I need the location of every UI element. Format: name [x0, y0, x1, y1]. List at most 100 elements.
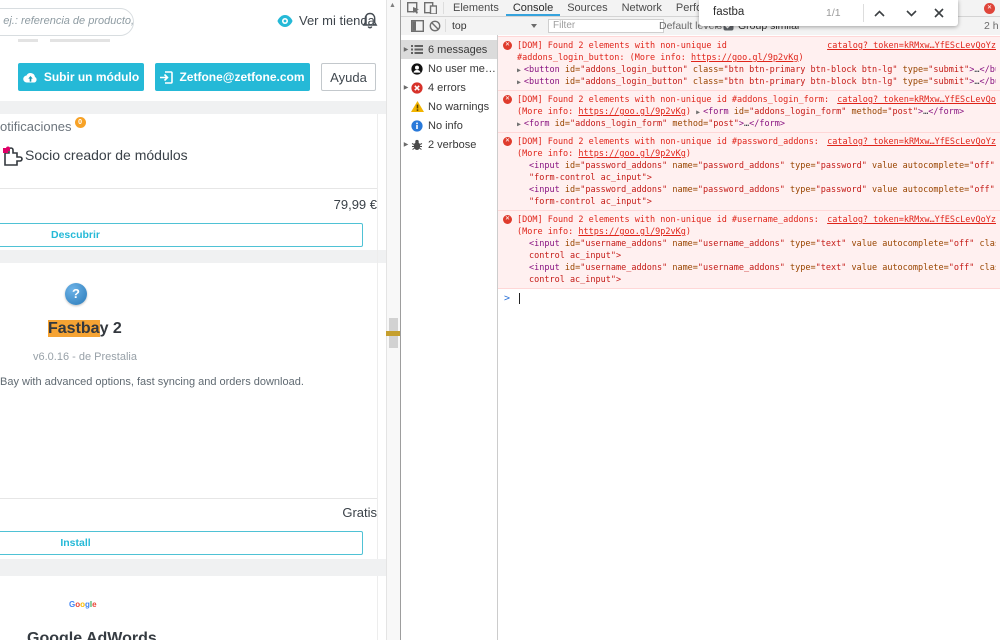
message-text: (More info:: [517, 149, 578, 159]
console-line: <input id="password_addons" name="passwo…: [517, 184, 996, 196]
divider: [0, 498, 377, 499]
user-icon: [411, 63, 424, 75]
tab-console[interactable]: Console: [506, 0, 560, 16]
search-query-input[interactable]: fastba: [713, 6, 744, 18]
divider: [443, 2, 444, 14]
console-sidebar-item-6-messages[interactable]: ▶6 messages: [401, 40, 497, 59]
view-my-shop-link[interactable]: Ver mi tienda: [277, 13, 375, 28]
product-search-input[interactable]: o. ej.: referencia de producto, n: [0, 8, 134, 36]
console-error-message: ✕[DOM] Found 2 elements with non-unique …: [498, 90, 1000, 132]
console-line: [DOM] Found 2 elements with non-unique i…: [517, 40, 996, 52]
devtools-search-bar: fastba 1/1: [699, 0, 958, 26]
text-caret: [519, 293, 520, 304]
search-match-count: 1/1: [826, 7, 841, 19]
sidebar-item-label: 2 verbose: [428, 139, 476, 151]
notifications-bell-icon[interactable]: [362, 12, 378, 30]
install-button[interactable]: Install: [0, 531, 363, 555]
hidden-messages-note: 2 h: [984, 20, 999, 32]
console-sidebar-toggle-icon[interactable]: [411, 20, 424, 32]
tab-network[interactable]: Network: [615, 0, 669, 16]
console-filter-input[interactable]: Filter: [548, 19, 664, 33]
divider: [0, 188, 377, 189]
help-button[interactable]: Ayuda: [321, 63, 376, 91]
discover-button[interactable]: Descubrir: [0, 223, 363, 247]
divider: [863, 4, 864, 22]
info-icon: [411, 120, 424, 132]
module-price-free: Gratis: [342, 505, 377, 520]
message-text: [DOM] Found 2 elements with non-unique i…: [517, 136, 819, 148]
console-line: (More info: https://goo.gl/9p2vKg) ▶<for…: [517, 106, 996, 118]
message-text: "form-control ac_input">: [529, 197, 652, 207]
scrollbar-find-marker: [386, 331, 400, 336]
clear-console-icon[interactable]: [429, 20, 441, 32]
console-messages: ✕ [DOM] Found 2 elements with non-unique …: [498, 36, 1000, 289]
scrollbar-up-arrow[interactable]: ▲: [389, 2, 396, 9]
divider: [50, 39, 110, 42]
cloud-upload-icon: [23, 72, 38, 83]
console-line: <input id="username_addons" name="userna…: [517, 262, 996, 274]
divider: [18, 39, 38, 42]
console-line: (More info: https://goo.gl/9p2vKg): [517, 148, 996, 160]
message-text: [DOM] Found 2 elements with non-unique i…: [517, 214, 819, 226]
context-selector[interactable]: top: [452, 20, 467, 32]
sidebar-item-label: No info: [428, 120, 463, 132]
expand-arrow-icon[interactable]: ▶: [517, 120, 524, 128]
tab-elements[interactable]: Elements: [446, 0, 506, 16]
devtools-panel: ElementsConsoleSourcesNetworkPerformance…: [400, 0, 1000, 640]
module-description: Bay with advanced options, fast syncing …: [0, 376, 304, 388]
module-heading-clipped: Google AdWords: [27, 630, 157, 640]
message-text: ): [686, 149, 691, 159]
source-location-link[interactable]: catalog? token=kRMxw…YfEScLevQoYz: [819, 136, 996, 148]
more-info-link[interactable]: https://goo.gl/9p2vKg: [691, 53, 798, 63]
google-logo: Google: [69, 600, 97, 609]
console-sidebar-item-4-errors[interactable]: ▶4 errors: [401, 78, 497, 97]
inspect-element-icon[interactable]: [407, 2, 420, 14]
tab-notifications[interactable]: otificaciones0: [0, 119, 86, 135]
console-error-message: ✕[DOM] Found 2 elements with non-unique …: [498, 132, 1000, 210]
expand-arrow-icon[interactable]: ▶: [401, 46, 411, 53]
expand-arrow-icon[interactable]: ▶: [401, 84, 411, 91]
console-sidebar-item-no-warnings[interactable]: No warnings: [401, 97, 497, 116]
expand-arrow-icon[interactable]: ▶: [517, 78, 524, 86]
module-help-icon[interactable]: ?: [65, 283, 87, 305]
tab-sources[interactable]: Sources: [560, 0, 614, 16]
search-previous-button[interactable]: [871, 5, 887, 21]
more-info-link[interactable]: https://goo.gl/9p2vKg: [578, 107, 685, 117]
more-info-link[interactable]: https://goo.gl/9p2vKg: [578, 149, 685, 159]
device-toolbar-icon[interactable]: [424, 2, 437, 14]
eye-icon: [277, 15, 293, 27]
search-close-button[interactable]: [931, 5, 947, 21]
message-text: control ac_input">: [529, 251, 621, 261]
list-icon: [411, 44, 424, 56]
search-next-button[interactable]: [903, 5, 919, 21]
expand-arrow-icon[interactable]: ▶: [401, 141, 411, 148]
puzzle-partner-icon: [2, 145, 24, 167]
console-sidebar-item-no-user-me-[interactable]: No user me…: [401, 59, 497, 78]
message-text: #addons_login_button: (More info:: [517, 53, 691, 63]
box-arrow-in-icon: [160, 71, 173, 84]
console-sidebar: ▶6 messagesNo user me…▶4 errorsNo warnin…: [401, 35, 498, 640]
message-text: (More info:: [517, 227, 578, 237]
bug-icon: [411, 139, 424, 151]
account-button[interactable]: Zetfone@zetfone.com: [155, 63, 310, 91]
expand-arrow-icon[interactable]: ▶: [517, 66, 524, 74]
message-text: ): [798, 53, 803, 63]
error-icon: ✕: [503, 41, 512, 50]
section-gap: [0, 250, 386, 263]
console-prompt[interactable]: >: [498, 289, 1000, 304]
source-location-link[interactable]: catalog? token=kRMxw…YfEScLevQoYz: [819, 214, 996, 226]
source-location-link[interactable]: catalog? token=kRMxw…YfEScLevQoYz: [819, 40, 996, 52]
google-logo-letter: e: [92, 600, 96, 609]
more-info-link[interactable]: https://goo.gl/9p2vKg: [578, 227, 685, 237]
module-title: Fastbay 2: [48, 320, 122, 338]
console-sidebar-item-2-verbose[interactable]: ▶ 2 verbose: [401, 135, 497, 154]
source-location-link[interactable]: catalog? token=kRMxw…YfEScLevQoYz: [829, 94, 996, 106]
upload-module-button[interactable]: Subir un módulo: [18, 63, 144, 91]
find-match-highlight: Fastba: [48, 320, 100, 337]
console-line: [DOM] Found 2 elements with non-unique i…: [517, 94, 996, 106]
prestashop-page: o. ej.: referencia de producto, n Ver mi…: [0, 0, 400, 640]
chevron-down-icon: [906, 10, 917, 17]
error-icon: [411, 82, 424, 94]
console-line: ▶<form id="addons_login_form" method="po…: [517, 118, 996, 130]
console-sidebar-item-no-info[interactable]: No info: [401, 116, 497, 135]
